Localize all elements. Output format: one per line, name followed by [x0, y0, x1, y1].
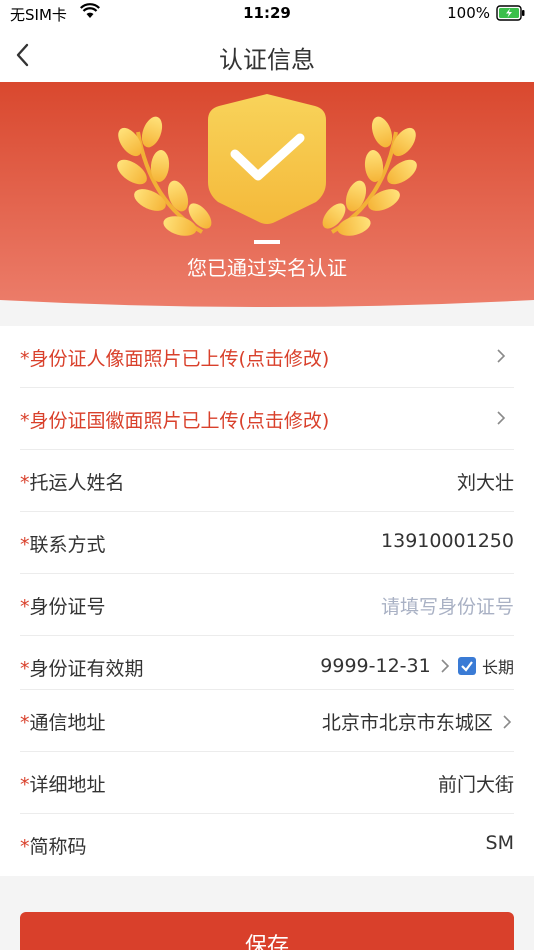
certification-form: *身份证人像面照片已上传(点击修改) *身份证国徽面照片已上传(点击修改) *托… [0, 326, 534, 876]
id-number-label: *身份证号 [20, 596, 106, 618]
short-code-label: *简称码 [20, 836, 87, 858]
required-mark: * [20, 658, 30, 680]
shipper-name-value[interactable]: 刘大壮 [457, 468, 514, 495]
chevron-right-icon [441, 659, 449, 673]
id-validity-label: *身份证有效期 [20, 658, 144, 680]
contact-label: *联系方式 [20, 534, 106, 556]
detailed-address-row[interactable]: *详细地址 前门大街 [20, 752, 514, 814]
id-validity-row[interactable]: *身份证有效期 9999-12-31 长期 [20, 636, 514, 690]
contact-row[interactable]: *联系方式 13910001250 [20, 512, 514, 574]
battery-percent: 100% [447, 4, 490, 22]
shipper-name-label: *托运人姓名 [20, 472, 125, 494]
required-mark: * [20, 596, 30, 618]
verified-badge-icon [117, 94, 417, 244]
required-mark: * [20, 774, 30, 796]
detailed-address-label: *详细地址 [20, 774, 106, 796]
id-back-photo-label: *身份证国徽面照片已上传(点击修改) [20, 410, 330, 432]
save-button[interactable]: 保存 [20, 912, 514, 950]
long-term-label[interactable]: 长期 [482, 658, 514, 677]
mailing-address-control[interactable]: 北京市北京市东城区 [322, 708, 514, 734]
shipper-name-row[interactable]: *托运人姓名 刘大壮 [20, 450, 514, 512]
id-validity-control: 9999-12-31 长期 [320, 654, 514, 680]
id-number-input[interactable]: 请填写身份证号 [381, 592, 514, 619]
required-mark: * [20, 712, 30, 734]
page-title: 认证信息 [219, 46, 315, 74]
chevron-right-icon [497, 411, 506, 425]
laurel-left-icon [117, 116, 212, 236]
id-front-photo-row[interactable]: *身份证人像面照片已上传(点击修改) [20, 326, 514, 388]
required-mark: * [20, 836, 30, 858]
short-code-value[interactable]: SM [486, 832, 514, 854]
short-code-row[interactable]: *简称码 SM [20, 814, 514, 876]
required-mark: * [20, 472, 30, 494]
mailing-address-label: *通信地址 [20, 712, 106, 734]
verified-message: 您已通过实名认证 [187, 256, 347, 280]
id-validity-date[interactable]: 9999-12-31 [320, 655, 430, 677]
mailing-address-value: 北京市北京市东城区 [321, 712, 493, 734]
contact-value[interactable]: 13910001250 [381, 530, 514, 552]
id-front-photo-label: *身份证人像面照片已上传(点击修改) [20, 348, 330, 370]
id-back-photo-row[interactable]: *身份证国徽面照片已上传(点击修改) [20, 388, 514, 450]
nav-bar: 认证信息 [0, 28, 534, 82]
id-number-row[interactable]: *身份证号 请填写身份证号 [20, 574, 514, 636]
checkbox-checked-icon[interactable] [457, 656, 477, 676]
laurel-right-icon [322, 116, 417, 236]
battery-icon [496, 5, 525, 21]
chevron-right-icon [503, 714, 512, 729]
detailed-address-value[interactable]: 前门大街 [438, 770, 514, 797]
chevron-right-icon [497, 349, 506, 363]
verified-banner: 您已通过实名认证 [0, 82, 534, 316]
status-bar: 无SIM卡 11:29 100% [0, 0, 534, 28]
mailing-address-row[interactable]: *通信地址 北京市北京市东城区 [20, 690, 514, 752]
required-mark: * [20, 534, 30, 556]
